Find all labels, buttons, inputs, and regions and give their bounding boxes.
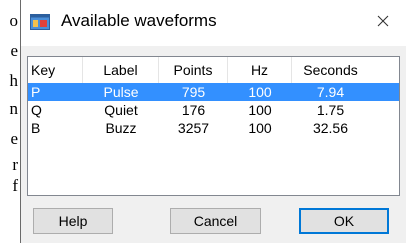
background-text-char: e	[10, 129, 18, 148]
waveform-list[interactable]: Key Label Points Hz Seconds P Pulse 795 …	[27, 56, 400, 196]
background-text-char: n	[9, 99, 19, 118]
list-row[interactable]: P Pulse 795 100 7.94	[28, 83, 399, 101]
row-key: P	[31, 84, 41, 100]
list-row[interactable]: B Buzz 3257 100 32.56	[28, 119, 399, 137]
row-hz: 100	[248, 84, 272, 100]
close-button[interactable]	[360, 0, 406, 46]
background-document-fragment: o e h n e r f	[0, 0, 20, 243]
column-header-label[interactable]: Label	[83, 57, 159, 83]
background-text-char: f	[12, 176, 18, 195]
row-key: B	[31, 120, 41, 136]
dialog-title: Available waveforms	[61, 11, 217, 30]
column-header-key[interactable]: Key	[28, 57, 83, 83]
background-text-char: e	[10, 41, 18, 60]
help-button[interactable]: Help	[33, 208, 113, 234]
row-key: Q	[31, 102, 42, 118]
column-header-hz[interactable]: Hz	[228, 57, 292, 83]
row-points: 795	[181, 84, 206, 100]
close-icon	[377, 14, 389, 32]
available-waveforms-dialog: Available waveforms Key Label Points Hz …	[20, 0, 406, 243]
row-seconds: 1.75	[316, 102, 345, 118]
app-window-icon	[30, 14, 50, 30]
row-seconds: 32.56	[312, 120, 349, 136]
row-hz: 100	[248, 120, 272, 136]
row-label: Quiet	[104, 102, 138, 118]
column-header-seconds[interactable]: Seconds	[292, 57, 369, 83]
row-label: Pulse	[103, 84, 139, 100]
row-points: 176	[181, 102, 206, 118]
column-header-points[interactable]: Points	[159, 57, 228, 83]
title-bar[interactable]: Available waveforms	[21, 0, 406, 46]
row-seconds: 7.94	[316, 84, 345, 100]
background-text-char: o	[9, 11, 19, 30]
list-header: Key Label Points Hz Seconds	[28, 57, 399, 83]
ok-button[interactable]: OK	[299, 208, 389, 234]
list-row[interactable]: Q Quiet 176 100 1.75	[28, 101, 399, 119]
background-text-char: r	[12, 155, 18, 174]
row-hz: 100	[248, 102, 272, 118]
row-label: Buzz	[105, 120, 137, 136]
background-text-char: h	[9, 71, 19, 90]
cancel-button[interactable]: Cancel	[170, 208, 261, 234]
row-points: 3257	[177, 120, 210, 136]
